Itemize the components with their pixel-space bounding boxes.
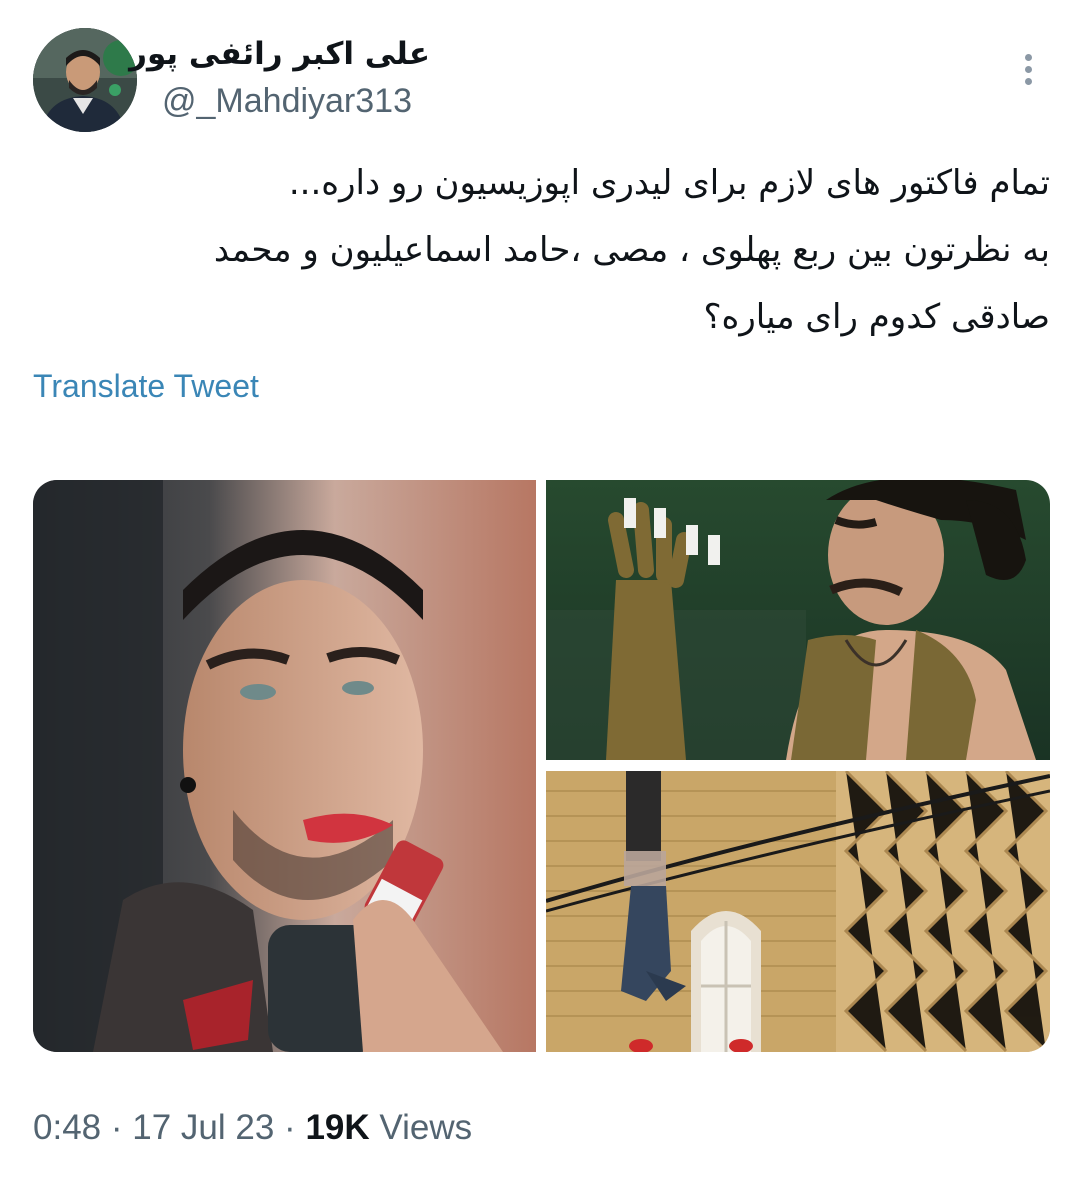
tweet-media-grid [33,480,1050,1052]
media-photo-3[interactable] [546,771,1050,1052]
more-vertical-icon[interactable] [1006,44,1050,94]
tweet-line: صادقی کدوم رای میاره؟ [703,297,1050,337]
author-avatar[interactable] [33,28,137,132]
translate-tweet-link[interactable]: Translate Tweet [33,368,259,405]
author-handle[interactable]: @_Mahdiyar313 [162,82,412,121]
meta-separator: · [284,1108,296,1147]
more-dot [1024,53,1032,61]
more-dot [1024,77,1032,85]
views-count: 19K [305,1108,370,1147]
media-photo-1[interactable] [33,480,536,1052]
tweet-body: تمام فاکتور های لازم برای لیدری اپوزیسیو… [40,150,1050,351]
building-photo [546,771,1050,1052]
avatar-photo [33,28,137,132]
lipstick-photo [33,480,536,1052]
meta-separator: · [110,1108,123,1147]
more-dot [1024,65,1032,73]
views-label: Views [379,1108,473,1147]
tweet-line: تمام فاکتور های لازم برای لیدری اپوزیسیو… [288,163,1050,203]
media-photo-2[interactable] [546,480,1050,760]
tweet-meta: 0:48 · 17 Jul 23 · 19K Views [33,1108,472,1148]
author-display-name[interactable]: علی اکبر رائفی پور [129,36,430,72]
tweet-header: علی اکبر رائفی پور @_Mahdiyar313 [0,0,1080,140]
costume-photo [546,480,1050,760]
tweet-date[interactable]: 17 Jul 23 [132,1108,274,1147]
tweet-time[interactable]: 0:48 [33,1108,101,1147]
tweet-line: به نظرتون بین ربع پهلوی ، مصی ،حامد اسما… [213,230,1050,270]
